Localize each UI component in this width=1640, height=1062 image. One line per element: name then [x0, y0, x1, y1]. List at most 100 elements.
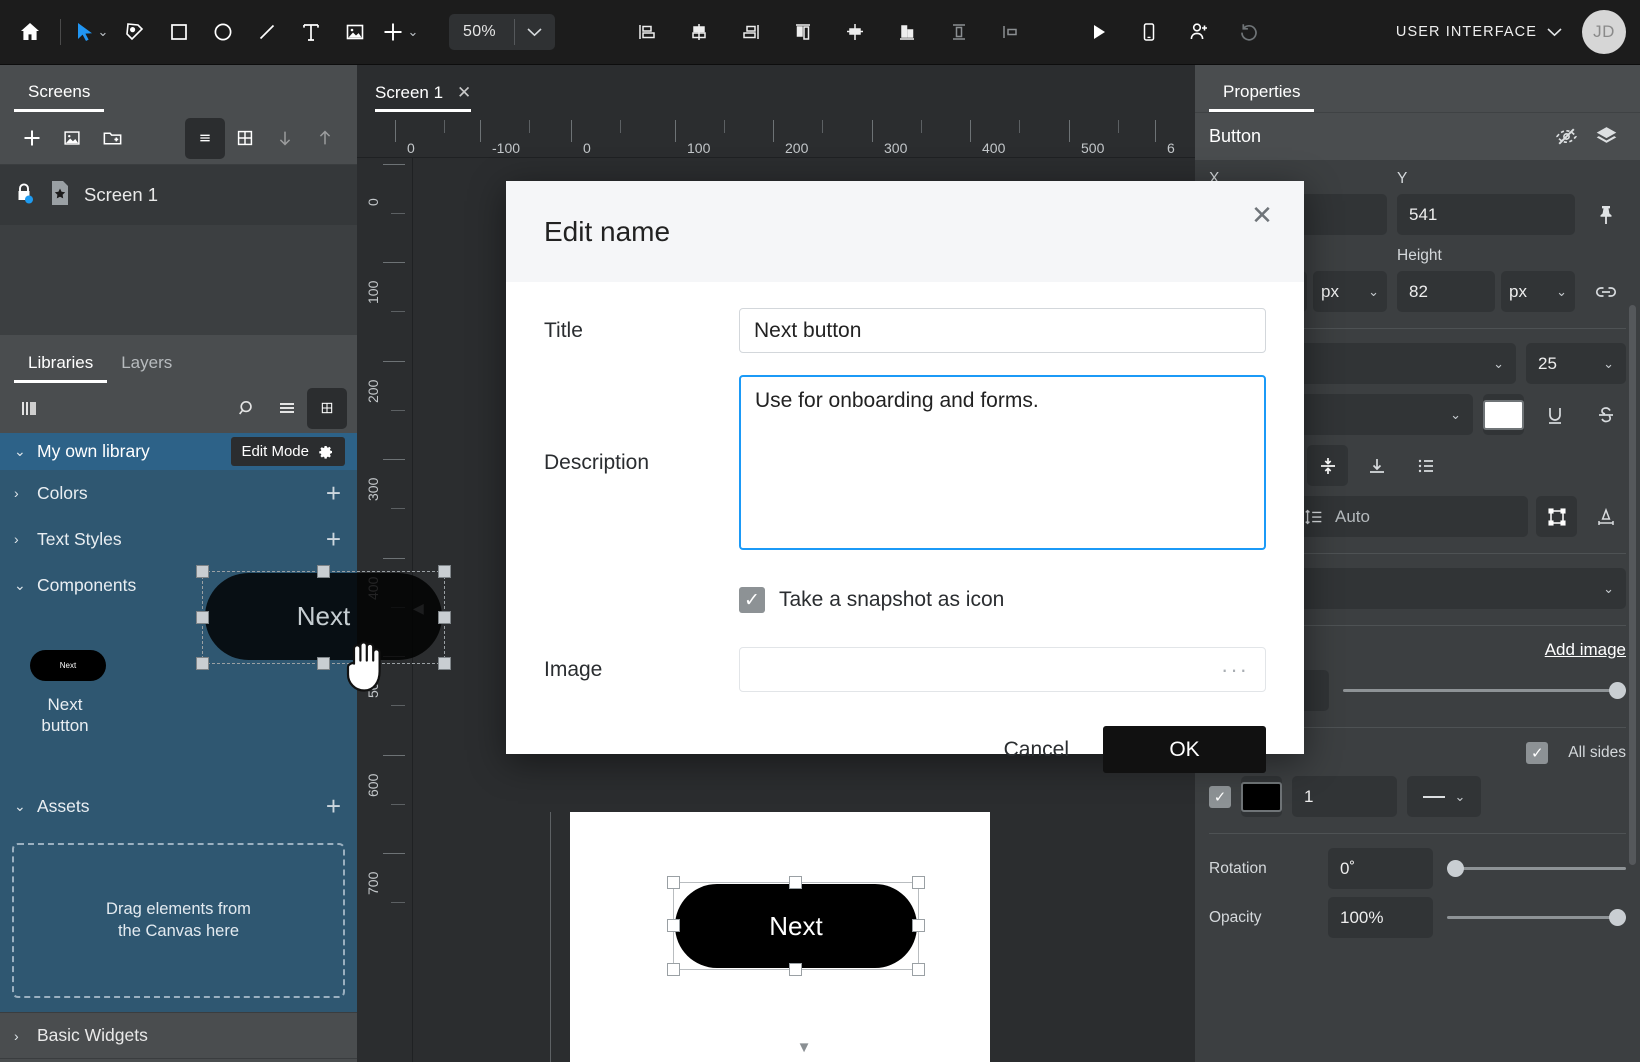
grid-view-icon[interactable]: [225, 120, 265, 156]
section-components[interactable]: ⌄ Components: [0, 562, 357, 608]
image-input[interactable]: ···: [739, 647, 1266, 692]
snapshot-checkbox[interactable]: ✓: [739, 587, 765, 613]
add-asset-icon[interactable]: +: [326, 793, 341, 819]
resize-handle-sw[interactable]: [667, 963, 680, 976]
opacity-slider[interactable]: [1447, 897, 1626, 938]
lock-icon[interactable]: [12, 180, 36, 210]
tab-libraries[interactable]: Libraries: [14, 353, 108, 383]
distribute-spacing-icon[interactable]: [989, 10, 1033, 54]
align-left-icon[interactable]: [625, 10, 669, 54]
zoom-control[interactable]: 50%: [449, 14, 555, 50]
add-image-link[interactable]: Add image: [1545, 640, 1626, 660]
all-sides-checkbox[interactable]: ✓: [1526, 742, 1549, 764]
collapse-panel-arrow[interactable]: ◀: [413, 600, 424, 617]
ellipse-tool[interactable]: [201, 10, 245, 54]
tab-properties[interactable]: Properties: [1209, 82, 1315, 112]
line-tool[interactable]: [245, 10, 289, 54]
layers-icon[interactable]: [1586, 119, 1626, 155]
list-view-icon[interactable]: [267, 390, 307, 426]
distribute-left-icon[interactable]: [781, 10, 825, 54]
width-unit-select[interactable]: px ⌄: [1313, 271, 1387, 312]
list-icon[interactable]: [1405, 445, 1446, 486]
snapshot-checkbox-row[interactable]: ✓ Take a snapshot as icon: [739, 587, 1266, 613]
link-icon[interactable]: [1585, 271, 1626, 312]
add-text-style-icon[interactable]: +: [326, 526, 341, 552]
home-icon[interactable]: [8, 10, 52, 54]
resize-handle-s[interactable]: [789, 963, 802, 976]
border-enabled-checkbox[interactable]: ✓: [1209, 785, 1231, 808]
search-icon[interactable]: [227, 390, 267, 426]
font-size-select[interactable]: 25 ⌄: [1526, 343, 1626, 384]
scroll-down-indicator[interactable]: ▼: [797, 1039, 812, 1056]
align-bottom-icon[interactable]: [1356, 445, 1397, 486]
avatar[interactable]: JD: [1582, 10, 1626, 54]
chevron-down-icon[interactable]: ⌄: [408, 24, 419, 40]
cancel-button[interactable]: Cancel: [988, 728, 1085, 772]
add-collaborator-icon[interactable]: [1177, 10, 1221, 54]
library-icon[interactable]: [10, 390, 50, 426]
group-basic-widgets[interactable]: › Basic Widgets: [0, 1012, 357, 1058]
border-style-select[interactable]: ⌄: [1407, 776, 1481, 817]
height-unit-select[interactable]: px ⌄: [1501, 271, 1575, 312]
section-text-styles[interactable]: › Text Styles +: [0, 516, 357, 562]
opacity-input[interactable]: 100%: [1328, 897, 1433, 938]
distribute-bottom-icon[interactable]: [885, 10, 929, 54]
close-icon[interactable]: ✕: [457, 83, 471, 103]
rectangle-tool[interactable]: [157, 10, 201, 54]
resize-handle-e[interactable]: [912, 919, 925, 932]
tab-screens[interactable]: Screens: [14, 82, 105, 112]
add-tool[interactable]: ⌄: [377, 10, 421, 54]
resize-handle-n[interactable]: [789, 876, 802, 889]
text-tool[interactable]: [289, 10, 333, 54]
pin-icon[interactable]: [1585, 194, 1626, 235]
play-icon[interactable]: [1077, 10, 1121, 54]
strikethrough-icon[interactable]: [1585, 394, 1626, 435]
text-color-swatch[interactable]: [1483, 399, 1524, 430]
align-right-icon[interactable]: [729, 10, 773, 54]
add-image-screen-icon[interactable]: [52, 120, 92, 156]
section-colors[interactable]: › Colors +: [0, 470, 357, 516]
edit-mode-button[interactable]: Edit Mode: [231, 437, 345, 466]
border-color-swatch[interactable]: [1241, 781, 1282, 812]
underline-icon[interactable]: [1534, 394, 1575, 435]
mode-selector[interactable]: USER INTERFACE: [1396, 24, 1566, 40]
move-up-icon[interactable]: [305, 120, 345, 156]
assets-dropzone[interactable]: Drag elements from the Canvas here: [12, 843, 345, 998]
resize-handle-w[interactable]: [667, 919, 680, 932]
border-color-swatch-button[interactable]: [1241, 776, 1282, 817]
rotation-input[interactable]: 0˚: [1328, 848, 1433, 889]
section-assets[interactable]: ⌄ Assets +: [0, 783, 357, 829]
component-thumbnail[interactable]: Next: [30, 650, 106, 681]
group-ios-components[interactable]: › iOS Components: [0, 1058, 357, 1062]
rotation-slider[interactable]: [1447, 848, 1626, 889]
canvas-tab-screen1[interactable]: Screen 1 ✕: [357, 83, 483, 112]
resize-handle-se[interactable]: [912, 963, 925, 976]
grid-view-icon[interactable]: [307, 387, 347, 429]
list-view-icon[interactable]: [185, 117, 225, 159]
letter-spacing-icon[interactable]: [1585, 496, 1626, 537]
resize-handle-ne[interactable]: [912, 876, 925, 889]
slider-knob[interactable]: [1609, 909, 1626, 926]
select-tool[interactable]: ⌄: [69, 10, 113, 54]
height-input[interactable]: 82: [1397, 271, 1495, 312]
background-opacity-slider[interactable]: [1343, 670, 1626, 711]
resize-handle-nw[interactable]: [667, 876, 680, 889]
align-middle-icon[interactable]: [1307, 445, 1348, 486]
image-browse-icon[interactable]: ···: [1221, 657, 1249, 683]
y-input[interactable]: 541: [1397, 194, 1575, 235]
border-width-input[interactable]: 1: [1292, 776, 1397, 817]
slider-knob[interactable]: [1447, 860, 1464, 877]
add-color-icon[interactable]: +: [326, 480, 341, 506]
hide-icon[interactable]: [1546, 119, 1586, 155]
chevron-down-icon[interactable]: ⌄: [98, 24, 109, 40]
add-folder-icon[interactable]: [92, 120, 132, 156]
chevron-down-icon[interactable]: [515, 27, 555, 37]
ok-button[interactable]: OK: [1103, 726, 1266, 773]
line-height-input[interactable]: Auto: [1291, 496, 1528, 537]
distribute-center-icon[interactable]: [833, 10, 877, 54]
image-tool[interactable]: [333, 10, 377, 54]
move-down-icon[interactable]: [265, 120, 305, 156]
distribute-vertical-icon[interactable]: [937, 10, 981, 54]
pen-tool[interactable]: [113, 10, 157, 54]
properties-scrollbar[interactable]: [1629, 305, 1636, 865]
